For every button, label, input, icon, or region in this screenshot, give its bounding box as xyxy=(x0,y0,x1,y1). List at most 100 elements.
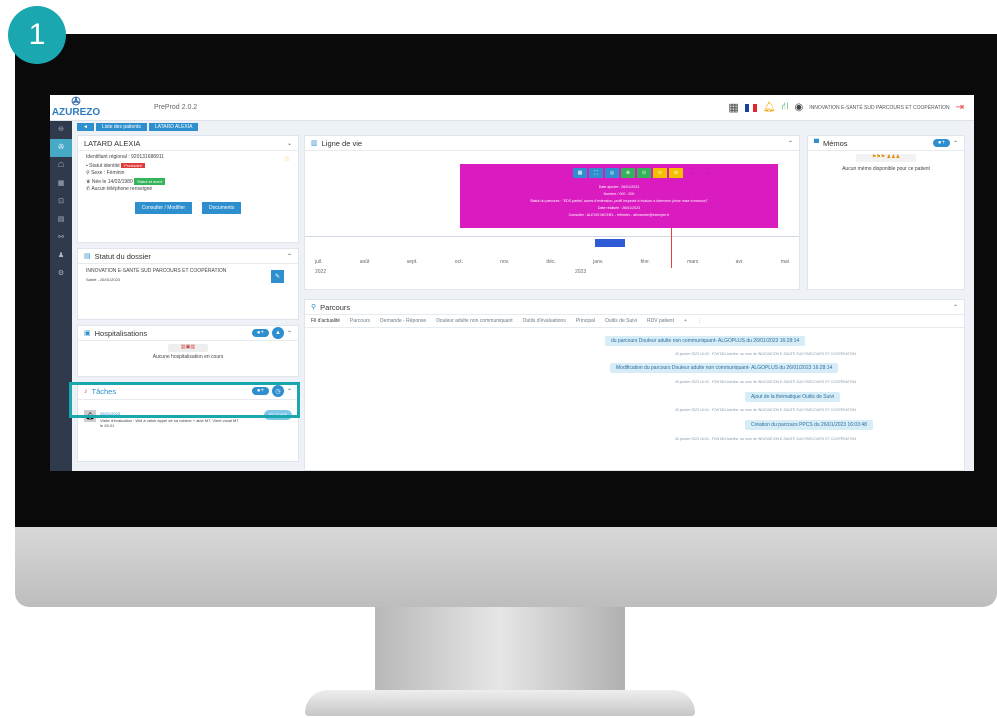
tab-principal[interactable]: Principal xyxy=(576,318,595,324)
task-text: Visite d'évaluation : Wid à valoir appel… xyxy=(100,417,239,429)
tab-fil-actualite[interactable]: Fil d'actualité xyxy=(311,318,340,324)
zoom-in-plus-icon[interactable]: ⊕ xyxy=(621,168,635,178)
memo-icon: ▀ xyxy=(814,139,819,147)
collapse-up-icon[interactable]: ⌃ xyxy=(788,140,793,147)
identity-status-tag: Provisoire xyxy=(121,162,145,168)
prev-arrow-icon[interactable]: ← xyxy=(685,168,699,178)
month-label: avr. xyxy=(735,259,744,265)
target-tool-icon[interactable]: ◎ xyxy=(605,168,619,178)
tab-rdv-patient[interactable]: RDV patient xyxy=(647,318,674,324)
month-label: juil. xyxy=(315,259,323,265)
zoom-icon[interactable]: ⊙ xyxy=(637,168,651,178)
collapse-up-icon[interactable]: ⌃ xyxy=(953,304,958,311)
breadcrumb-patients[interactable]: Liste des patients xyxy=(95,122,147,131)
sidebar-item-settings[interactable]: ⚙ xyxy=(50,265,72,283)
edit-dossier-icon[interactable]: ✎ xyxy=(270,270,284,283)
star-icon[interactable]: ☆ xyxy=(284,155,290,163)
fit-tool-icon[interactable]: ⛶ xyxy=(589,168,603,178)
hospitalisations-actions: ●+ ▲ ⌃ xyxy=(251,327,292,339)
tab-outils-suivi[interactable]: Outils de Suivi xyxy=(605,318,637,324)
memos-title: Mémos xyxy=(822,138,848,148)
news-event-meta: 26 janvier 2023 16:30 - FONTAN Adeline, … xyxy=(675,352,857,356)
timeline-popup[interactable]: ▦ ⛶ ◎ ⊕ ⊙ ⊙ ⊖ ← → Date ajouter : 26/01/2… xyxy=(460,164,778,228)
more-menu-icon[interactable]: ⋮ xyxy=(697,318,702,324)
add-memo-button[interactable]: ●+ xyxy=(932,139,950,147)
calendar-tool-icon[interactable]: ▦ xyxy=(573,168,587,178)
dossier-status-body: INNOVATION E-SANTÉ SUD PARCOURS ET COOPÉ… xyxy=(78,264,298,287)
org-chart-icon[interactable]: ⛙ xyxy=(781,101,788,114)
sidebar-item-agenda[interactable]: ▤ xyxy=(50,211,72,229)
add-tab-icon[interactable]: + xyxy=(684,318,687,324)
app-logo[interactable]: ✇ AZUREZO xyxy=(50,97,102,118)
sidebar-item-stats[interactable]: ⊡ xyxy=(50,193,72,211)
tab-demande-reponse[interactable]: Demande - Réponse xyxy=(380,318,426,324)
hospital-building-icon: ▥▣▥ xyxy=(168,344,208,352)
sidebar-item-users[interactable]: ☖ xyxy=(50,157,72,175)
dossier-line2: Santé - 26/01/2023 xyxy=(86,276,121,282)
id-card-icon: ▪ xyxy=(86,162,88,169)
popup-line-5: Consulter : ALEXIS MICHEL - Infirmier - … xyxy=(568,213,670,217)
sidebar-item-home[interactable]: ⊖ xyxy=(50,121,72,139)
sidebar-item-team[interactable]: ♟ xyxy=(50,247,72,265)
popup-line-3: Statut du parcours : "EDS partiel, accès… xyxy=(530,199,708,203)
popup-line-2: Nombre / 000 : 000 xyxy=(603,192,635,196)
news-event[interactable]: du parcours Douleur adulte non communiqu… xyxy=(605,336,806,346)
folder-icon: ▤ xyxy=(84,253,91,260)
hospitalisations-body: ▥▣▥ Aucune hospitalisation en cours xyxy=(78,341,298,362)
memos-header: ▀ Mémos ●+ ⌃ xyxy=(808,136,964,151)
patient-birth: ♛ Née le 14/02/1980 Statut et avert xyxy=(86,177,290,187)
add-hospitalisation-button[interactable]: ●+ xyxy=(251,329,269,337)
news-event[interactable]: Modification du parcours Douleur adulte … xyxy=(610,363,839,373)
patient-phone: ✆ Aucun téléphone renseigné xyxy=(86,186,290,194)
user-icon[interactable]: ◉ xyxy=(794,102,803,113)
year-label-2023: 2023 xyxy=(575,269,587,275)
timeline-event-bar[interactable] xyxy=(595,239,625,247)
monitor-stand xyxy=(375,607,625,702)
breadcrumb-current[interactable]: LATARD ALEXIA xyxy=(148,122,199,131)
dossier-status-panel: ▤ Statut du dossier ⌃ INNOVATION E-SANTÉ… xyxy=(77,248,299,320)
sidebar-item-calendar[interactable]: ▦ xyxy=(50,175,72,193)
timeline-title: Ligne de vie xyxy=(321,138,363,148)
apps-grid-icon[interactable]: ▦ xyxy=(728,101,738,114)
birthday-icon: ♛ xyxy=(86,178,91,185)
memos-empty: Aucun mémo disponible pour ce patient xyxy=(842,166,930,172)
patient-actions: Consulter / Modifier Documents xyxy=(86,201,290,214)
patient-details: Identifiant régional : 920131688911 ▪ St… xyxy=(78,151,298,217)
monitor-chin xyxy=(15,527,997,607)
documents-button[interactable]: Documents xyxy=(202,201,242,214)
news-event[interactable]: Création du parcours PPCS du 26/01/2023 … xyxy=(745,420,873,430)
logout-icon[interactable]: ⇥ xyxy=(956,102,964,113)
collapse-up-icon[interactable]: ⌃ xyxy=(287,253,292,260)
timeline-header: ▥ Ligne de vie ⌃ xyxy=(305,136,799,151)
timeline-icon: ▥ xyxy=(311,140,318,147)
history-button[interactable]: ▲ xyxy=(271,327,284,339)
collapse-up-icon[interactable]: ⌃ xyxy=(953,140,958,147)
breadcrumb-back[interactable]: ◄ xyxy=(77,122,94,131)
bell-icon[interactable]: 🔔︎ xyxy=(763,102,776,113)
month-label: nov. xyxy=(500,259,510,265)
zoom-reset-icon[interactable]: ⊙ xyxy=(653,168,667,178)
sex-text: Sexe : Féminin xyxy=(91,170,125,176)
route-icon: ⚲ xyxy=(311,304,317,311)
org-name[interactable]: INNOVATION E-SANTÉ SUD PARCOURS ET COOPÉ… xyxy=(809,105,949,111)
french-flag-icon[interactable] xyxy=(744,103,757,112)
sidebar-item-patients[interactable]: ✇ xyxy=(50,139,72,157)
tab-douleur-adulte[interactable]: Douleur adulte non communiquant xyxy=(436,318,512,324)
collapse-chevron-icon[interactable]: ⌄ xyxy=(287,140,292,147)
sidebar-item-links[interactable]: ⚯ xyxy=(50,229,72,247)
step-badge: 1 xyxy=(8,6,66,64)
tab-parcours[interactable]: Parcours xyxy=(350,318,370,324)
month-label: mai xyxy=(780,259,789,265)
year-label-2022: 2022 xyxy=(315,269,327,275)
news-event-meta: 26 janvier 2023 16:03 - FONTAN Adeline, … xyxy=(675,437,857,441)
memo-filters-icon[interactable]: ⚑⚑⚑ ♟♟♟ xyxy=(856,154,916,162)
consult-modify-button[interactable]: Consulter / Modifier xyxy=(134,201,193,214)
collapse-up-icon[interactable]: ⌃ xyxy=(287,330,292,337)
news-event[interactable]: Ajout de la thématique Outils de Suivi xyxy=(745,392,841,402)
birth-text: Née le 14/02/1980 xyxy=(91,178,133,185)
tab-outils-evaluations[interactable]: Outils d'évaluations xyxy=(523,318,566,324)
news-event-meta: 26 janvier 2023 16:30 - FONTAN Adeline, … xyxy=(675,380,857,384)
zoom-out-icon[interactable]: ⊖ xyxy=(669,168,683,178)
month-label: août xyxy=(359,259,370,265)
next-arrow-icon[interactable]: → xyxy=(701,168,715,178)
